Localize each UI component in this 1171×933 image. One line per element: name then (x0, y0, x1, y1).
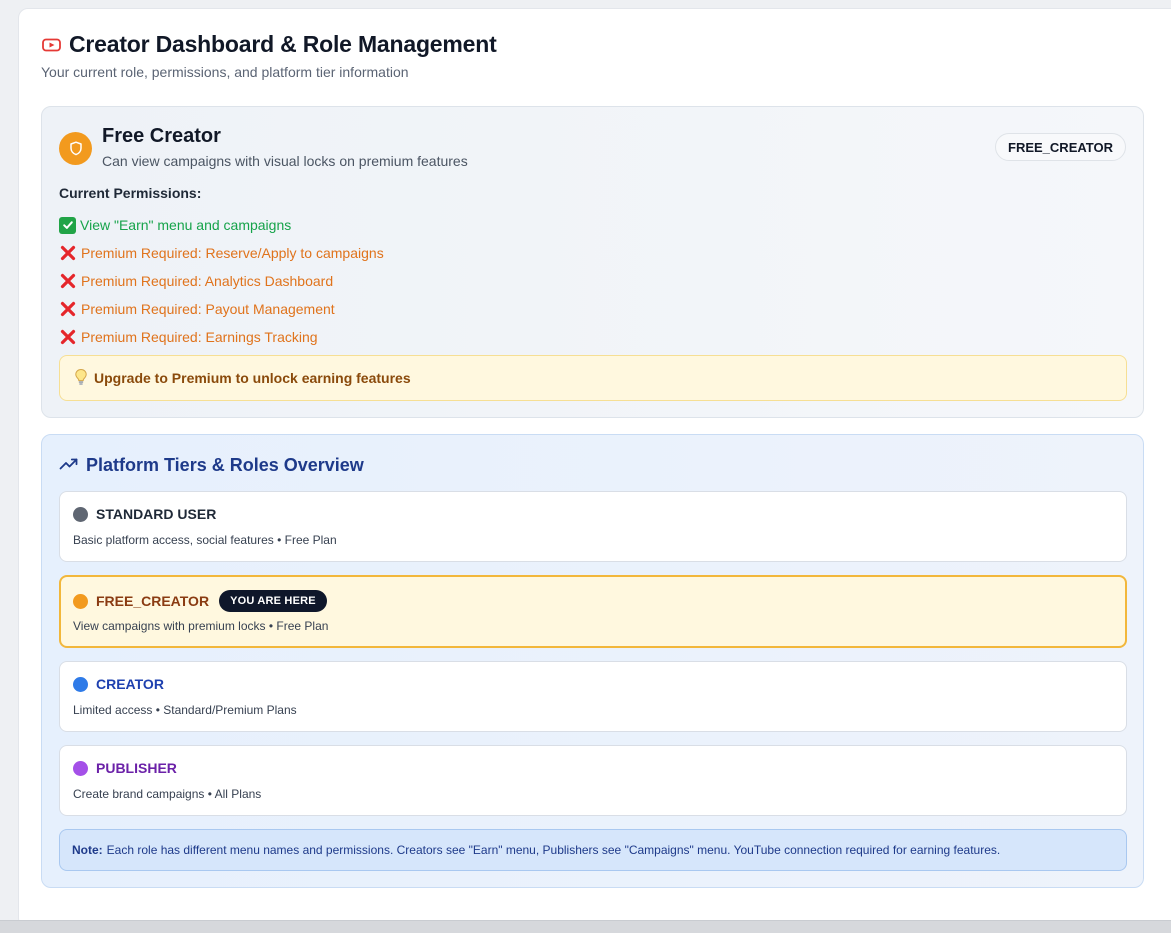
role-description: Can view campaigns with visual locks on … (102, 153, 468, 169)
permission-text: View "Earn" menu and campaigns (80, 217, 292, 233)
tier-name: FREE_CREATOR (96, 593, 210, 609)
cross-icon (59, 272, 77, 290)
lightbulb-icon (74, 368, 88, 389)
tiers-title: Platform Tiers & Roles Overview (86, 455, 364, 475)
upgrade-tip-text: Upgrade to Premium to unlock earning fea… (94, 370, 411, 386)
permission-text: Premium Required: Payout Management (81, 301, 335, 317)
check-icon (59, 216, 76, 234)
tier-creator: CREATOR Limited access • Standard/Premiu… (59, 661, 1127, 732)
tier-free-creator: FREE_CREATOR YOU ARE HERE View campaigns… (59, 575, 1127, 648)
permission-item: Premium Required: Reserve/Apply to campa… (59, 239, 384, 267)
role-name: Free Creator (102, 125, 221, 147)
permission-item: Premium Required: Earnings Tracking (59, 323, 384, 351)
permission-text: Premium Required: Reserve/Apply to campa… (81, 245, 384, 261)
cross-icon (59, 328, 77, 346)
tier-name: CREATOR (96, 676, 164, 692)
page-title: Creator Dashboard & Role Management (69, 31, 497, 57)
tier-description: View campaigns with premium locks • Free… (73, 619, 329, 633)
permissions-list: View "Earn" menu and campaigns Premium R… (59, 211, 384, 351)
note-text: Each role has different menu names and p… (106, 843, 1001, 857)
bottom-edge (0, 920, 1171, 933)
upgrade-tip: Upgrade to Premium to unlock earning fea… (59, 355, 1127, 401)
cross-icon (59, 244, 77, 262)
cross-icon (59, 300, 77, 318)
tiers-panel: Platform Tiers & Roles Overview STANDARD… (41, 434, 1144, 888)
page-header: Creator Dashboard & Role Management (42, 31, 497, 58)
permission-item: Premium Required: Analytics Dashboard (59, 267, 384, 295)
permissions-heading: Current Permissions: (59, 185, 202, 201)
permission-text: Premium Required: Earnings Tracking (81, 329, 318, 345)
role-badge: FREE_CREATOR (995, 133, 1126, 161)
you-are-here-badge: YOU ARE HERE (219, 590, 327, 612)
roles-note: Note: Each role has different menu names… (59, 829, 1127, 871)
tier-dot (73, 760, 88, 776)
tier-dot (73, 676, 88, 692)
tier-name: STANDARD USER (96, 506, 217, 522)
tier-dot (73, 506, 88, 522)
permission-text: Premium Required: Analytics Dashboard (81, 273, 334, 289)
permission-item: View "Earn" menu and campaigns (59, 211, 384, 239)
shield-icon (59, 132, 92, 165)
tier-description: Limited access • Standard/Premium Plans (73, 703, 297, 717)
current-role-panel: Free Creator Can view campaigns with vis… (41, 106, 1144, 418)
trending-up-icon (59, 455, 79, 476)
youtube-icon (42, 38, 61, 52)
tier-publisher: PUBLISHER Create brand campaigns • All P… (59, 745, 1127, 816)
tier-description: Basic platform access, social features •… (73, 533, 337, 547)
tier-standard-user: STANDARD USER Basic platform access, soc… (59, 491, 1127, 562)
permission-item: Premium Required: Payout Management (59, 295, 384, 323)
page-subtitle: Your current role, permissions, and plat… (41, 64, 409, 80)
note-label: Note: (72, 843, 103, 857)
tier-dot (73, 593, 88, 609)
tier-name: PUBLISHER (96, 760, 177, 776)
tiers-heading: Platform Tiers & Roles Overview (59, 455, 364, 476)
tier-description: Create brand campaigns • All Plans (73, 787, 262, 801)
